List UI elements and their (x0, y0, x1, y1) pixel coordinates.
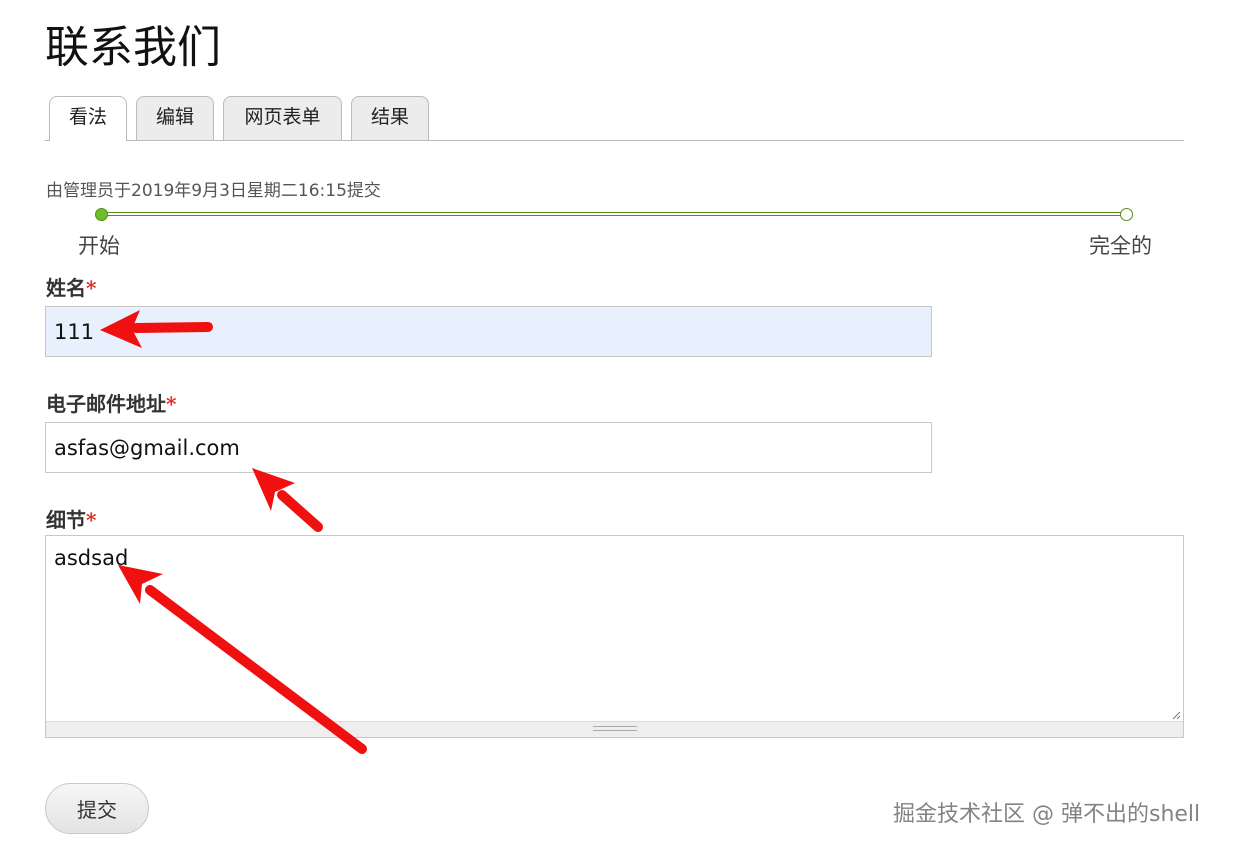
annotation-arrow-email (252, 468, 323, 532)
email-label: 电子邮件地址* (46, 388, 176, 417)
textarea-grippie[interactable] (46, 721, 1183, 737)
progress-end-marker (1120, 208, 1133, 221)
tab-edit[interactable]: 编辑 (136, 96, 214, 140)
details-textarea[interactable]: asdsad (46, 536, 1183, 722)
tab-results[interactable]: 结果 (351, 96, 429, 140)
grippie-lines-icon (592, 726, 637, 731)
page-title: 联系我们 (45, 22, 221, 73)
resize-handle-icon[interactable] (1171, 710, 1181, 720)
submit-button[interactable]: 提交 (45, 783, 149, 834)
required-marker: * (86, 508, 97, 532)
name-label: 姓名* (46, 272, 96, 301)
progress-track (104, 212, 1124, 216)
email-input[interactable] (45, 422, 932, 473)
details-textarea-wrapper: asdsad (45, 535, 1184, 738)
name-label-text: 姓名 (46, 276, 86, 300)
progress-end-label: 完全的 (1089, 234, 1152, 258)
name-input[interactable] (45, 306, 932, 357)
required-marker: * (86, 276, 97, 300)
tab-view[interactable]: 看法 (49, 96, 127, 141)
page: 联系我们 看法 编辑 网页表单 结果 由管理员于2019年9月3日星期二16:1… (0, 0, 1258, 850)
email-label-text: 电子邮件地址 (46, 392, 166, 416)
tab-bar: 看法 编辑 网页表单 结果 (45, 96, 1184, 141)
details-label-text: 细节 (46, 508, 86, 532)
progress-bar (95, 208, 1133, 222)
required-marker: * (166, 392, 177, 416)
progress-start-marker (95, 208, 108, 221)
progress-start-label: 开始 (78, 234, 120, 258)
details-label: 细节* (46, 504, 96, 533)
tab-webform[interactable]: 网页表单 (223, 96, 342, 140)
watermark: 掘金技术社区 @ 弹不出的shell (893, 802, 1201, 827)
submission-meta: 由管理员于2019年9月3日星期二16:15提交 (46, 181, 381, 201)
